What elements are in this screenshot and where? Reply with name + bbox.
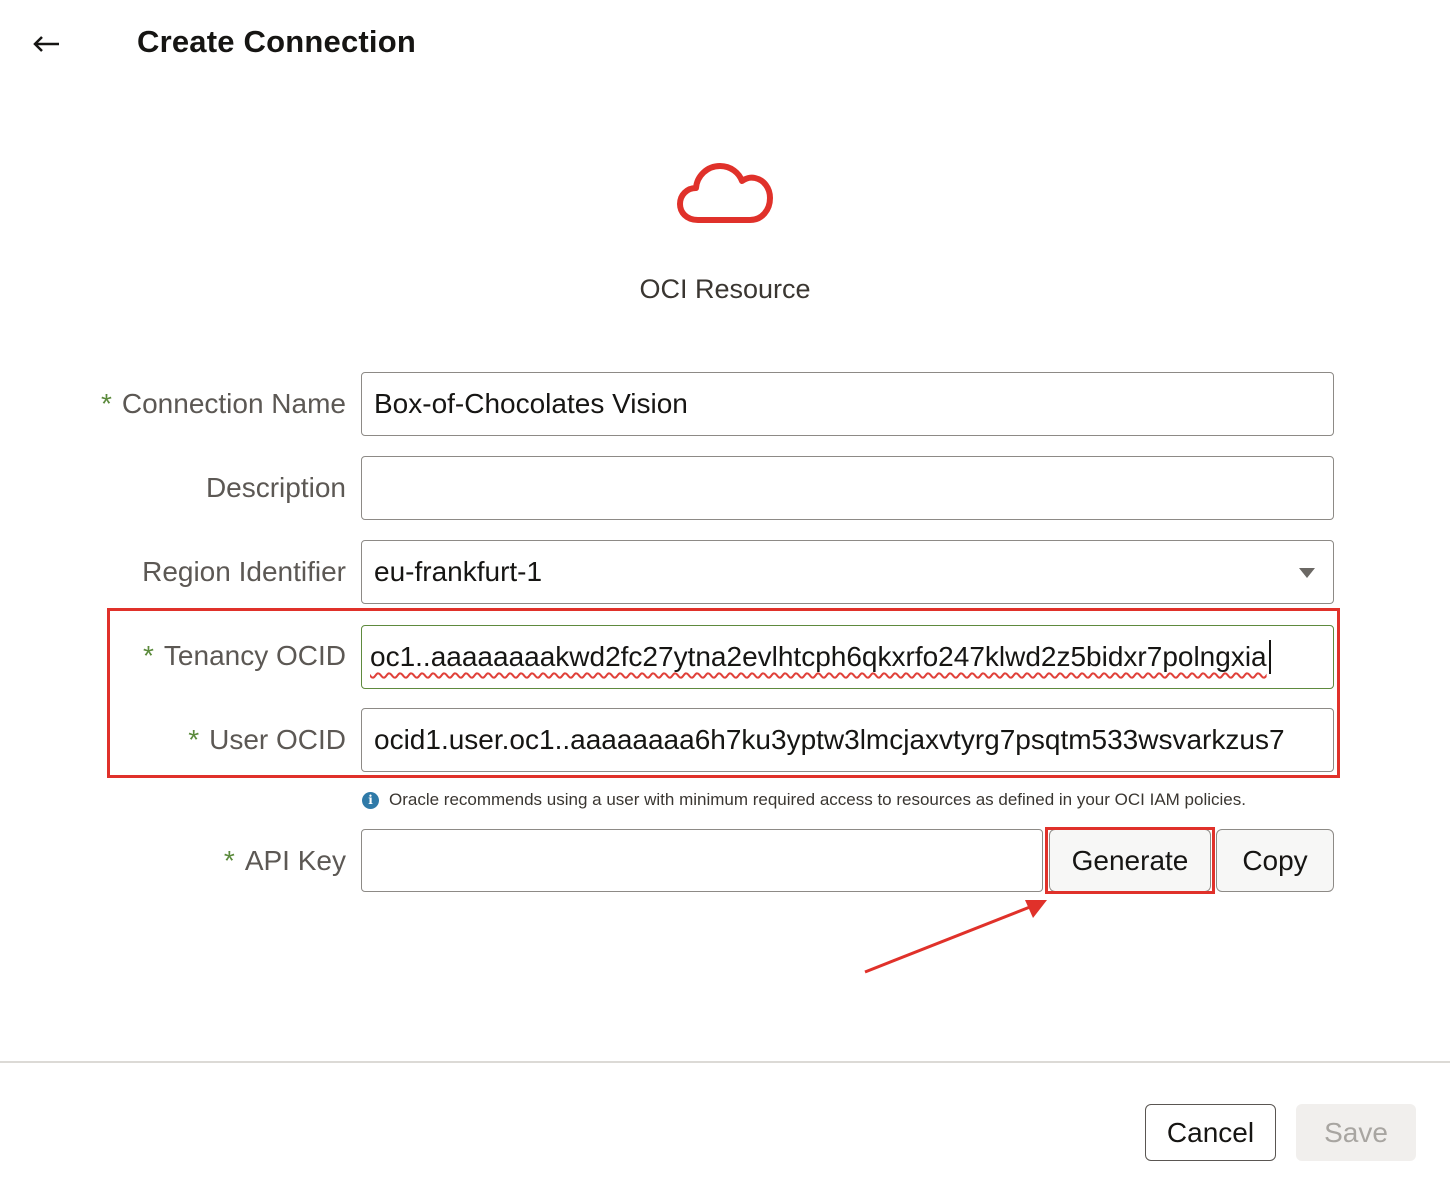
- region-identifier-select[interactable]: eu-frankfurt-1: [361, 540, 1334, 604]
- info-icon: i: [362, 791, 379, 809]
- hint-text: Oracle recommends using a user with mini…: [389, 790, 1246, 809]
- connection-name-label: * Connection Name: [100, 388, 346, 419]
- chevron-down-icon[interactable]: [1299, 568, 1315, 578]
- region-identifier-value: eu-frankfurt-1: [374, 556, 543, 587]
- description-input[interactable]: [361, 456, 1334, 520]
- text-caret: [1268, 640, 1271, 674]
- tenancy-ocid-value: oc1..aaaaaaaakwd2fc27ytna2evlhtcph6qkxrf…: [370, 641, 1267, 672]
- region-identifier-label: Region Identifier: [142, 556, 346, 587]
- user-ocid-value: ocid1.user.oc1..aaaaaaaa6h7ku3yptw3lmcja…: [374, 724, 1285, 755]
- page-title: Create Connection: [137, 24, 416, 59]
- user-ocid-label: * User OCID: [188, 724, 346, 755]
- back-button[interactable]: [28, 26, 64, 62]
- connection-name-input[interactable]: Box-of-Chocolates Vision: [361, 372, 1334, 436]
- user-ocid-input[interactable]: ocid1.user.oc1..aaaaaaaa6h7ku3yptw3lmcja…: [361, 708, 1334, 772]
- connection-name-value: Box-of-Chocolates Vision: [374, 388, 688, 419]
- required-marker: *: [100, 388, 112, 419]
- user-ocid-hint: i Oracle recommends using a user with mi…: [362, 790, 1246, 810]
- tenancy-ocid-input[interactable]: oc1..aaaaaaaakwd2fc27ytna2evlhtcph6qkxrf…: [361, 625, 1334, 689]
- cloud-icon: [677, 163, 773, 223]
- tenancy-ocid-label: * Tenancy OCID: [143, 640, 346, 671]
- save-button[interactable]: Save: [1296, 1104, 1416, 1161]
- description-label: Description: [205, 472, 346, 503]
- cancel-button[interactable]: Cancel: [1145, 1104, 1276, 1161]
- copy-button[interactable]: Copy: [1216, 829, 1334, 892]
- resource-type-label: OCI Resource: [639, 274, 811, 304]
- api-key-input[interactable]: [361, 829, 1043, 892]
- generate-highlight-box: [1045, 827, 1215, 894]
- footer-divider: [0, 1061, 1450, 1063]
- annotation-arrow: [864, 900, 1047, 974]
- arrow-left-icon: [33, 36, 59, 52]
- api-key-label: * API Key: [223, 845, 346, 876]
